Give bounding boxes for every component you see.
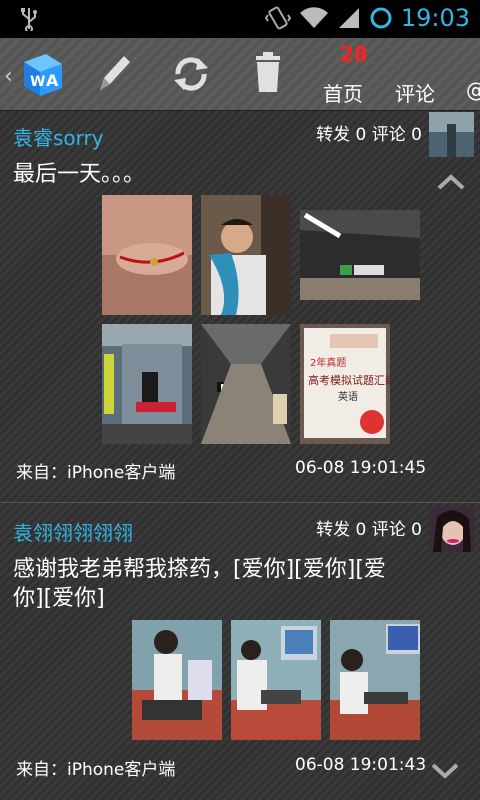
expand-chevron-icon[interactable] [430, 761, 460, 781]
usb-icon [21, 8, 37, 31]
post-text-line-2: 你][爱你] [13, 586, 105, 611]
photo-thumbnail[interactable]: 2年真题 高考模拟试题汇编 英语 [300, 324, 390, 444]
signal-icon [338, 8, 359, 28]
unread-badge: 28 [340, 42, 368, 66]
clock: 19:03 [400, 4, 470, 32]
status-bar: 19:03 [0, 0, 480, 38]
svg-text:英语: 英语 [338, 390, 358, 403]
trash-icon[interactable] [250, 50, 286, 98]
post-counts: 转发 0 评论 0 [316, 520, 422, 540]
list-item[interactable]: 袁翎翎翎翎翎 转发 0 评论 0 感谢我老弟帮我搽药，[爱你][爱你][爱 你]… [0, 503, 480, 800]
photo-thumbnail[interactable] [201, 195, 291, 315]
refresh-icon[interactable] [170, 50, 212, 98]
tab-home[interactable]: 首页 [323, 78, 363, 107]
vibrate-icon [264, 6, 291, 30]
photo-thumbnail[interactable] [132, 620, 222, 740]
avatar[interactable] [429, 507, 474, 552]
post-counts: 转发 0 评论 0 [316, 125, 422, 145]
post-time: 06-08 19:01:43 [295, 755, 427, 775]
svg-text:2年真题: 2年真题 [310, 356, 346, 369]
post-author[interactable]: 袁翎翎翎翎翎 [13, 517, 133, 546]
tab-mentions[interactable]: @ [466, 78, 480, 102]
svg-text:高考模拟试题汇编: 高考模拟试题汇编 [308, 373, 390, 387]
battery-icon [370, 7, 392, 29]
svg-text:A: A [46, 71, 59, 90]
avatar[interactable] [429, 112, 474, 157]
app-logo-button[interactable]: ‹ W A [4, 48, 68, 102]
post-time: 06-08 19:01:45 [295, 458, 427, 478]
list-item[interactable]: 袁睿sorry 转发 0 评论 0 最后一天。。。 2年真题 高考模拟试题汇编 … [0, 110, 480, 502]
collapse-chevron-icon[interactable] [436, 172, 466, 192]
pencil-icon[interactable] [92, 50, 134, 98]
post-source: 来自：iPhone客户端 [16, 760, 176, 780]
photo-thumbnail[interactable] [102, 324, 192, 444]
toolbar: ‹ W A 28 首页 评论 @ [0, 38, 480, 111]
photo-thumbnail[interactable] [102, 195, 192, 315]
tab-comments[interactable]: 评论 [395, 78, 435, 107]
svg-text:W: W [30, 74, 45, 90]
post-source: 来自：iPhone客户端 [16, 463, 176, 483]
back-chevron-icon: ‹ [4, 64, 13, 89]
photo-thumbnail[interactable] [330, 620, 420, 740]
post-text-line-1: 感谢我老弟帮我搽药，[爱你][爱你][爱 [13, 557, 386, 582]
photo-thumbnail[interactable] [201, 324, 291, 444]
wifi-icon [299, 7, 328, 29]
post-text: 最后一天。。。 [13, 162, 146, 187]
photo-thumbnail[interactable] [231, 620, 321, 740]
post-author[interactable]: 袁睿sorry [13, 122, 104, 151]
app-logo-icon: W A [24, 54, 62, 96]
photo-thumbnail[interactable] [300, 210, 420, 300]
